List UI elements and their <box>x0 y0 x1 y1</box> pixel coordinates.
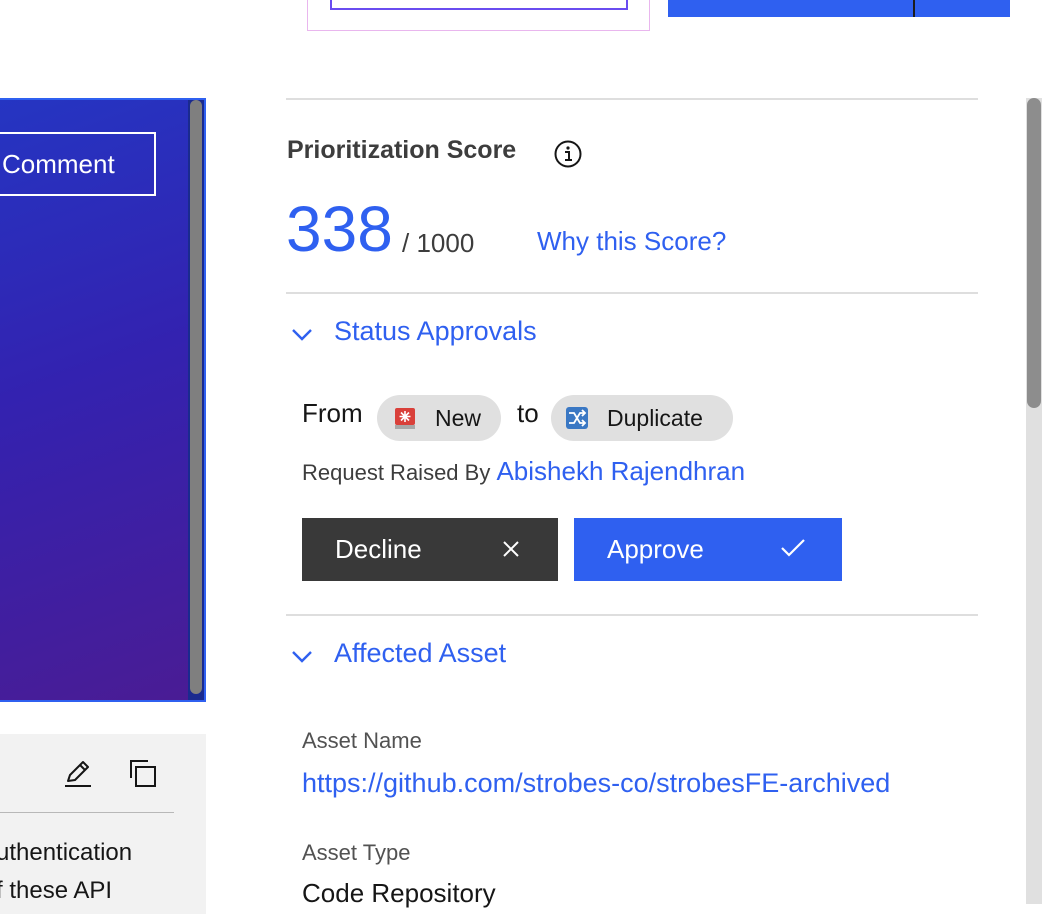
approve-button[interactable]: Approve <box>574 518 842 581</box>
shuffle-icon <box>565 406 589 430</box>
description-line-2: f these API <box>0 877 113 904</box>
decline-button[interactable]: Decline <box>302 518 558 581</box>
requester-name-link[interactable]: Abishekh Rajendhran <box>496 456 745 486</box>
comment-button[interactable]: Comment <box>0 132 156 196</box>
asset-type-value: Code Repository <box>302 878 496 908</box>
prioritization-score-value: 338 <box>286 193 393 265</box>
card-divider <box>0 812 174 813</box>
status-tag-duplicate-label: Duplicate <box>607 404 703 431</box>
section-divider-asset <box>286 614 978 616</box>
close-icon <box>502 534 520 565</box>
page-scroll-thumb[interactable] <box>1027 98 1041 408</box>
chevron-down-icon[interactable] <box>289 643 315 669</box>
section-divider-top <box>286 98 978 100</box>
asset-name-label: Asset Name <box>302 728 422 753</box>
description-line-1: uthentication <box>0 839 133 866</box>
top-input-field[interactable] <box>330 0 628 10</box>
asset-type-label: Asset Type <box>302 840 411 865</box>
request-raised-by-label: Request Raised By <box>302 460 491 485</box>
request-raised-by: Request Raised By Abishekh Rajendhran <box>302 456 745 487</box>
status-tag-new: New <box>377 395 501 441</box>
from-label: From <box>302 398 363 428</box>
checkmark-icon <box>780 534 806 565</box>
top-partial-text <box>206 0 246 4</box>
status-tag-duplicate: Duplicate <box>551 395 733 441</box>
to-label: to <box>517 398 539 428</box>
info-icon[interactable] <box>553 139 583 169</box>
chevron-down-icon[interactable] <box>289 321 315 347</box>
top-primary-button[interactable] <box>668 0 1010 17</box>
prioritization-score-title: Prioritization Score <box>287 136 517 164</box>
status-tag-new-label: New <box>435 404 482 431</box>
why-this-score-link[interactable]: Why this Score? <box>537 226 726 257</box>
copy-icon[interactable] <box>127 758 157 788</box>
siren-icon <box>393 406 417 430</box>
prioritization-score-max: / 1000 <box>402 228 475 258</box>
approve-button-label: Approve <box>607 534 704 564</box>
comment-button-label: Comment <box>2 148 115 179</box>
pencil-icon[interactable] <box>63 758 93 788</box>
decline-button-label: Decline <box>335 534 422 564</box>
affected-asset-heading[interactable]: Affected Asset <box>334 638 506 669</box>
comment-panel-scroll-thumb[interactable] <box>190 100 202 694</box>
section-divider-status <box>286 292 978 294</box>
status-approvals-heading[interactable]: Status Approvals <box>334 316 537 347</box>
top-button-divider <box>913 0 915 17</box>
description-text: uthentication f these API <box>0 834 206 910</box>
asset-name-link[interactable]: https://github.com/strobes-co/strobesFE-… <box>302 768 890 799</box>
